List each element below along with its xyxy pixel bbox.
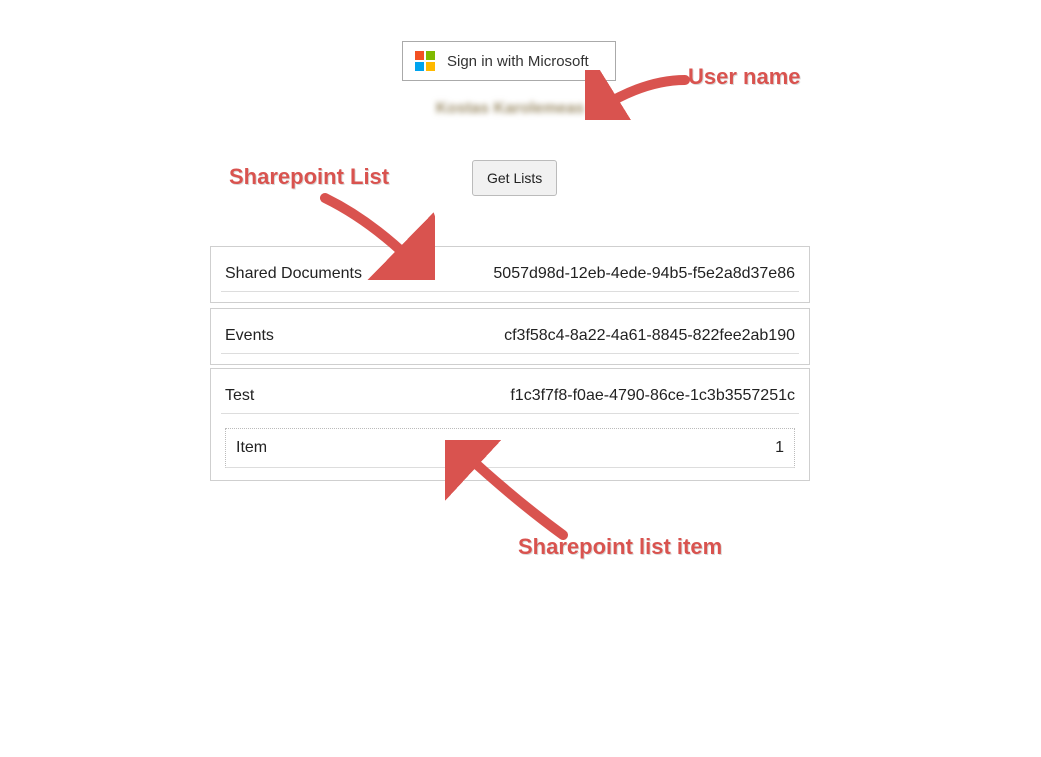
sharepoint-list-card[interactable]: Shared Documents 5057d98d-12eb-4ede-94b5… (210, 246, 810, 303)
list-row: Shared Documents 5057d98d-12eb-4ede-94b5… (221, 257, 799, 292)
sharepoint-list-card[interactable]: Test f1c3f7f8-f0ae-4790-86ce-1c3b3557251… (210, 368, 810, 481)
list-id: cf3f58c4-8a22-4a61-8845-822fee2ab190 (504, 327, 795, 345)
sharepoint-list-card[interactable]: Events cf3f58c4-8a22-4a61-8845-822fee2ab… (210, 308, 810, 365)
list-id: 5057d98d-12eb-4ede-94b5-f5e2a8d37e86 (493, 265, 795, 283)
list-name: Shared Documents (225, 265, 362, 283)
list-item-value: 1 (775, 439, 784, 457)
list-row: Events cf3f58c4-8a22-4a61-8845-822fee2ab… (221, 319, 799, 354)
signin-microsoft-button[interactable]: Sign in with Microsoft (402, 41, 616, 81)
annotation-sharepoint-list: Sharepoint List (229, 164, 389, 190)
signin-label: Sign in with Microsoft (447, 53, 589, 70)
user-name: Kostas Karolemeas (400, 100, 620, 118)
microsoft-logo-icon (415, 51, 435, 71)
annotation-user-name: User name (688, 64, 801, 90)
get-lists-button[interactable]: Get Lists (472, 160, 557, 196)
annotation-sharepoint-list-item: Sharepoint list item (518, 534, 722, 560)
list-id: f1c3f7f8-f0ae-4790-86ce-1c3b3557251c (510, 387, 795, 405)
list-name: Test (225, 387, 254, 405)
list-name: Events (225, 327, 274, 345)
sharepoint-list-item[interactable]: Item 1 (225, 428, 795, 468)
list-row: Test f1c3f7f8-f0ae-4790-86ce-1c3b3557251… (221, 379, 799, 414)
list-item-label: Item (236, 439, 267, 457)
